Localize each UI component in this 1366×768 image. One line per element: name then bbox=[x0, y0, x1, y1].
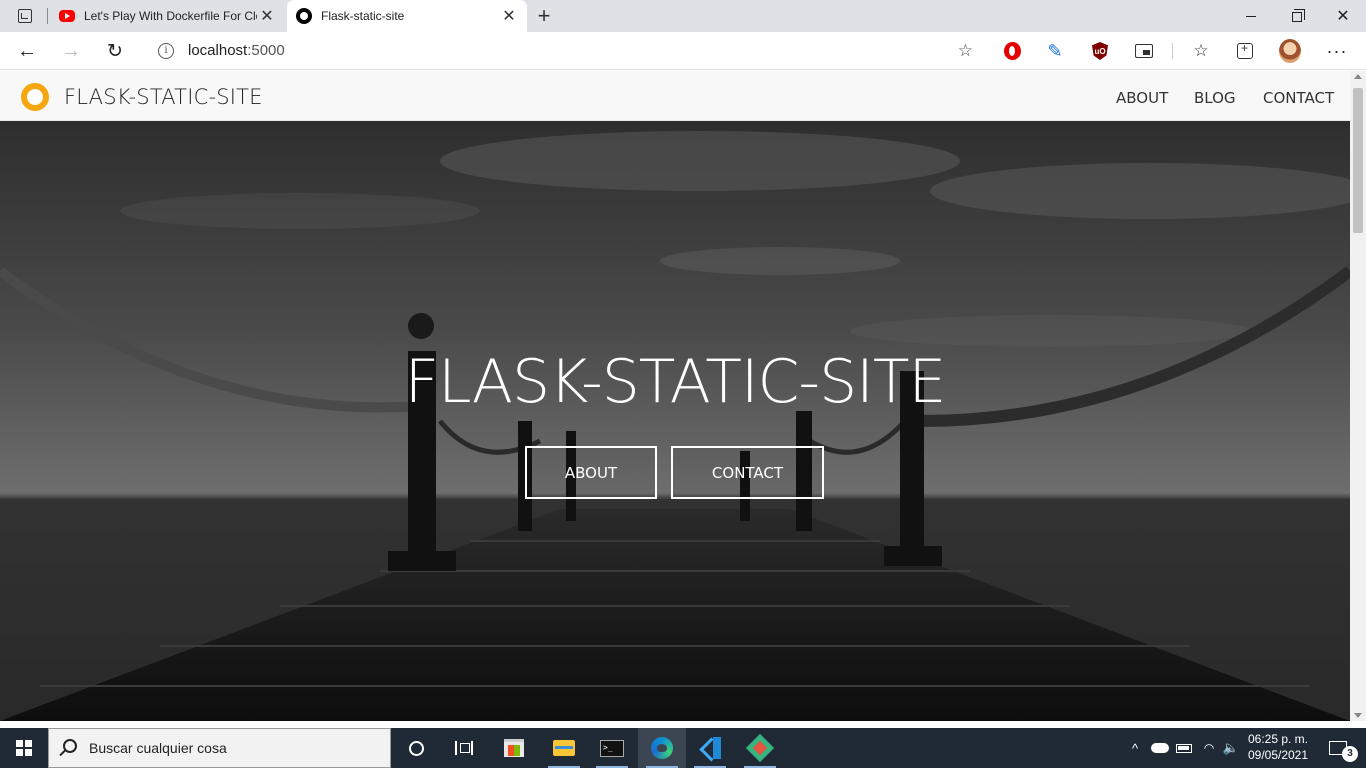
restore-icon bbox=[1292, 9, 1305, 22]
browser-toolbar: ← → ↻ i localhost:5000 ☆ ✎ uO ☆ ··· bbox=[0, 32, 1366, 70]
nav-link-contact[interactable]: CONTACT bbox=[1263, 89, 1334, 107]
terminal-icon: >_ bbox=[600, 739, 624, 757]
scroll-up-icon[interactable] bbox=[1354, 74, 1362, 79]
file-explorer-button[interactable] bbox=[540, 728, 588, 768]
forward-button[interactable]: → bbox=[56, 37, 86, 65]
pier-background-image bbox=[0, 121, 1350, 721]
browser-tab-strip: Let's Play With Dockerfile For Clo ✕ Fla… bbox=[0, 0, 1366, 32]
hero-contact-button[interactable]: CONTACT bbox=[671, 446, 824, 499]
pen-extension-icon[interactable]: ✎ bbox=[1044, 40, 1066, 62]
collections-icon[interactable] bbox=[1234, 40, 1256, 62]
hero-about-button[interactable]: ABOUT bbox=[525, 446, 657, 499]
action-center-button[interactable]: 3 bbox=[1318, 728, 1358, 768]
vscode-icon bbox=[699, 737, 721, 759]
edge-icon bbox=[651, 737, 673, 759]
url-text: localhost:5000 bbox=[188, 42, 285, 59]
minimize-button[interactable] bbox=[1228, 0, 1274, 32]
terminal-button[interactable]: >_ bbox=[588, 728, 636, 768]
scroll-down-icon[interactable] bbox=[1354, 713, 1362, 718]
hero-section: FLASK-STATIC-SITE ABOUT CONTACT bbox=[0, 121, 1350, 721]
taskbar-search-box[interactable]: Buscar cualquier cosa bbox=[48, 728, 391, 768]
minimize-icon bbox=[1246, 15, 1256, 17]
settings-menu-icon[interactable]: ··· bbox=[1326, 40, 1348, 62]
windows-taskbar: Buscar cualquier cosa >_ ^ ◜◝ 🔈 06:25 p.… bbox=[0, 728, 1366, 768]
start-button[interactable] bbox=[0, 728, 48, 768]
close-window-button[interactable]: ✕ bbox=[1320, 0, 1366, 32]
search-icon bbox=[63, 739, 77, 753]
picture-in-picture-icon[interactable] bbox=[1133, 40, 1155, 62]
gitkraken-button[interactable] bbox=[736, 728, 784, 768]
site-logo-icon[interactable] bbox=[21, 83, 49, 111]
tab-title: Flask-static-site bbox=[321, 9, 405, 23]
notification-count: 3 bbox=[1342, 746, 1358, 762]
tab-flask-static-site[interactable]: Flask-static-site ✕ bbox=[287, 0, 527, 32]
restore-button[interactable] bbox=[1274, 0, 1320, 32]
volume-icon[interactable]: 🔈 bbox=[1220, 728, 1242, 768]
clock-time: 06:25 p. m. bbox=[1247, 732, 1309, 746]
show-hidden-icons-chevron-icon[interactable]: ^ bbox=[1124, 728, 1146, 768]
favorites-icon[interactable]: ☆ bbox=[1190, 40, 1212, 62]
site-brand[interactable]: FLASK-STATIC-SITE bbox=[64, 85, 263, 109]
tab-youtube[interactable]: Let's Play With Dockerfile For Clo ✕ bbox=[50, 0, 285, 32]
store-icon bbox=[504, 739, 524, 757]
add-favorite-icon[interactable]: ☆ bbox=[958, 41, 973, 61]
wifi-icon[interactable]: ◜◝ bbox=[1198, 728, 1220, 768]
cortana-button[interactable] bbox=[392, 728, 440, 768]
url-port: :5000 bbox=[247, 42, 285, 59]
back-button[interactable]: ← bbox=[12, 37, 42, 65]
site-favicon-icon bbox=[296, 8, 312, 24]
onedrive-cloud-icon[interactable] bbox=[1148, 728, 1172, 768]
cortana-icon bbox=[408, 740, 424, 756]
task-view-icon bbox=[455, 741, 473, 755]
taskbar-clock[interactable]: 06:25 p. m. 09/05/2021 bbox=[1242, 731, 1314, 765]
scrollbar-thumb[interactable] bbox=[1353, 88, 1363, 233]
tab-actions-icon[interactable] bbox=[8, 4, 42, 28]
task-view-button[interactable] bbox=[440, 728, 488, 768]
profile-avatar[interactable] bbox=[1279, 39, 1301, 63]
tab-divider bbox=[47, 8, 48, 24]
file-explorer-icon bbox=[553, 740, 575, 756]
page-scrollbar[interactable] bbox=[1350, 71, 1366, 721]
tab-title: Let's Play With Dockerfile For Clo bbox=[84, 9, 257, 23]
edge-button[interactable] bbox=[638, 728, 686, 768]
site-info-icon[interactable]: i bbox=[158, 43, 174, 59]
gitkraken-icon bbox=[745, 733, 775, 763]
close-tab-icon[interactable]: ✕ bbox=[257, 6, 277, 26]
windows-logo-icon bbox=[16, 740, 32, 756]
page-viewport: FLASK-STATIC-SITE ABOUT BLOG CONTACT FLA… bbox=[0, 71, 1350, 721]
ublock-extension-icon[interactable]: uO bbox=[1089, 40, 1111, 62]
reload-button[interactable]: ↻ bbox=[100, 37, 130, 65]
clock-date: 09/05/2021 bbox=[1247, 748, 1309, 762]
store-button[interactable] bbox=[490, 728, 538, 768]
nav-link-blog[interactable]: BLOG bbox=[1194, 89, 1236, 107]
hero-title: FLASK-STATIC-SITE bbox=[404, 347, 947, 417]
nav-link-about[interactable]: ABOUT bbox=[1116, 89, 1168, 107]
close-tab-icon[interactable]: ✕ bbox=[499, 6, 519, 26]
site-navbar: FLASK-STATIC-SITE ABOUT BLOG CONTACT bbox=[0, 71, 1350, 121]
toolbar-divider bbox=[1172, 43, 1173, 59]
search-placeholder: Buscar cualquier cosa bbox=[89, 740, 227, 756]
address-bar[interactable]: i localhost:5000 ☆ bbox=[145, 36, 983, 66]
vscode-button[interactable] bbox=[686, 728, 734, 768]
battery-icon[interactable] bbox=[1172, 728, 1196, 768]
youtube-icon bbox=[59, 10, 75, 22]
new-tab-button[interactable]: + bbox=[532, 3, 556, 28]
opera-extension-icon[interactable] bbox=[1001, 40, 1023, 62]
url-host: localhost bbox=[188, 42, 248, 59]
